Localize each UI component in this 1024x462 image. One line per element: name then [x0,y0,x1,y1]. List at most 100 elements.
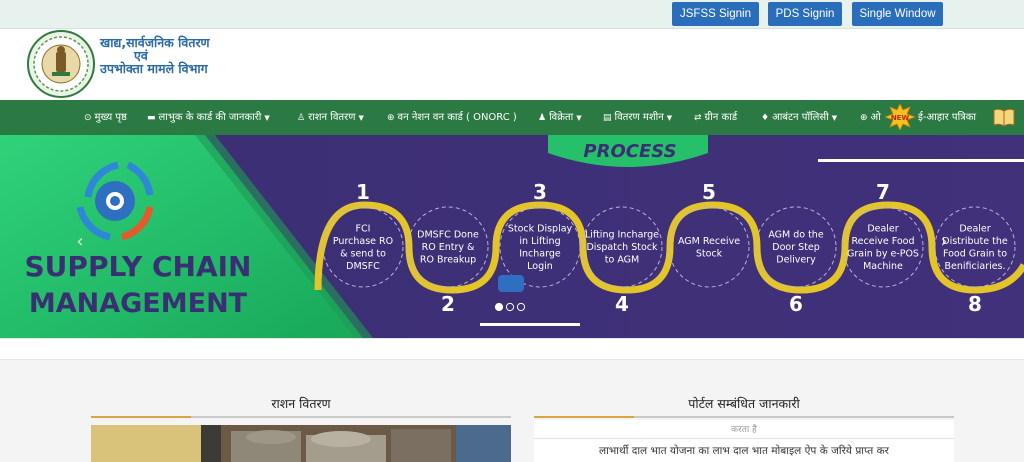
slide-title-line2: MANAGEMENT [29,288,248,319]
globe-icon: ⊕ [387,113,395,123]
process-step-text: Grain by e-POS [847,248,919,259]
nav-beneficiary-card[interactable]: ▬ लाभुक के कार्ड की जानकारी ▼ [147,100,270,135]
nav-home[interactable]: ⊙ मुख्य पृष्ठ [84,100,127,135]
nav-dealer[interactable]: ♟ विक्रेता ▼ [538,100,582,135]
nav-green-card[interactable]: ⇄ ग्रीन कार्ड [694,100,737,135]
department-name: खाद्य,सार्वजनिक वितरण एवं उपभोक्ता मामले… [100,36,260,75]
department-name-line3: उपभोक्ता मामले विभाग [100,61,208,76]
supply-chain-slide: PROCESS SUPPLY CHAIN MANAGEMENT 1 FCI Purc… [0,135,1024,338]
portal-info-separator [534,438,954,439]
nav-dealer-label: विक्रेता [549,112,574,123]
process-step-text: DMSFC [346,261,380,272]
globe-icon: ⊕ [860,113,868,123]
person-icon: ♟ [538,113,547,123]
caret-down-icon: ▼ [576,114,582,122]
process-step-text: Dispatch Stock [586,242,658,253]
site-header: खाद्य,सार्वजनिक वितरण एवं उपभोक्ता मामले… [0,29,1024,100]
nav-onorc[interactable]: ⊕ वन नेशन वन कार्ड ( ONORC ) [387,100,517,135]
new-badge-text: NEW [891,114,910,122]
process-title: PROCESS [583,141,676,162]
process-step-number: 3 [533,180,547,204]
caret-down-icon: ▼ [666,114,673,122]
caret-down-icon: ▼ [358,114,364,122]
jsfss-signin-button[interactable]: JSFSS Signin [672,2,759,26]
main-nav: ⊙ मुख्य पृष्ठ ▬ लाभुक के कार्ड की जानकारी ▼… [0,100,1024,135]
ration-warehouse-photo [91,425,511,462]
book-open-icon [993,108,1015,127]
process-step-text: Dealer [867,223,898,234]
nav-allocation-policy-label: आबंटन पॉलिसी [772,112,829,123]
nav-home-label: मुख्य पृष्ठ [94,112,127,123]
process-step-text: FCI [356,223,371,234]
nav-ration-distribution-label: राशन वितरण [308,112,356,123]
process-step-text: Purchase RO [333,236,393,247]
caret-down-icon: ▼ [264,114,270,122]
process-step-text: Lifting Incharge [585,230,659,241]
slider-dot[interactable] [494,302,504,312]
department-name-line1: खाद्य,सार्वजनिक वितरण [100,35,210,50]
process-step-number: 8 [968,292,982,316]
new-badge-icon: NEW [885,104,915,130]
process-step-number: 2 [441,292,455,316]
drop-icon: ♦ [761,113,770,123]
card-icon: ▬ [147,113,156,123]
process-step-text: Door Step [772,242,820,253]
book-icon: ▤ [603,113,612,123]
process-step-text: Dealer [959,223,990,234]
process-step-text: in Lifting [519,236,560,247]
slider-bottom-strip [0,338,1024,360]
nav-e-ahaar-patrika-label: ई-आहार पत्रिका [918,112,976,123]
process-step-text: Machine [863,261,903,272]
portal-info-divider [534,416,954,418]
slide-title-line1: SUPPLY CHAIN [25,250,252,283]
process-step-text: Incharge [519,248,561,259]
portal-info-title: पोर्टल सम्बंधित जानकारी [688,396,800,411]
process-step-text: DMSFC Done [417,230,479,241]
process-step-text: Receive Food [852,236,915,247]
process-step-text: Benificiaries. [944,261,1005,272]
home-icon: ⊙ [84,113,92,123]
caret-down-icon: ▼ [831,114,838,122]
shuffle-icon: ⇄ [694,113,702,123]
process-step-number: 6 [789,292,803,316]
ration-distribution-divider [91,416,511,418]
hero-slider: PROCESS SUPPLY CHAIN MANAGEMENT 1 FCI Purc… [0,135,1024,338]
nav-distribution-machine[interactable]: ▤ वितरण मशीन ▼ [603,100,672,135]
slide-decor-line [480,323,580,326]
process-step-text: Distribute the [942,236,1008,247]
slide-decor-line [818,159,1024,162]
nav-e-ahaar-patrika[interactable]: ई-आहार पत्रिका [918,100,976,135]
process-step-number: 1 [356,180,370,204]
process-step-text: Food Grain to [943,248,1007,259]
pds-signin-button[interactable]: PDS Signin [768,2,842,26]
process-step-text: RO Entry & [422,242,475,253]
process-step-text: Stock [696,248,723,259]
ration-distribution-title: राशन वितरण [271,396,331,411]
process-step-number: 5 [702,180,716,204]
chevron-left-icon[interactable]: ‹ [76,231,83,252]
nav-beneficiary-card-label: लाभुक के कार्ड की जानकारी [158,112,262,123]
nav-other[interactable]: ⊕ ओ [860,100,881,135]
state-emblem-icon[interactable] [26,30,96,98]
chevron-right-icon[interactable]: › [940,231,947,252]
process-step-text: RO Breakup [420,255,476,266]
portal-info-box: करता है लाभार्थी दाल भात योजना का लाभ दा… [534,420,954,462]
nav-other-label: ओ [870,112,881,123]
process-step-text: Stock Display [508,223,573,234]
nav-allocation-policy[interactable]: ♦ आबंटन पॉलिसी ▼ [761,100,837,135]
single-window-button[interactable]: Single Window [852,2,943,26]
slide-marker [498,275,524,292]
user-icon: ♙ [297,113,306,123]
portal-info-faded-text: करता है [731,425,757,435]
nav-ration-distribution[interactable]: ♙ राशन वितरण ▼ [297,100,364,135]
process-step-text: Delivery [776,255,816,266]
process-step-text: AGM Receive [678,236,740,247]
nav-onorc-label: वन नेशन वन कार्ड ( ONORC ) [397,112,517,123]
portal-info-item[interactable]: लाभार्थी दाल भात योजना का लाभ दाल भात मो… [534,444,954,458]
process-step-number: 7 [876,180,890,204]
nav-distribution-machine-label: वितरण मशीन [614,112,664,123]
process-step-text: AGM do the [768,230,824,241]
process-step-number: 4 [615,292,629,316]
process-step-text: & send to [340,248,386,259]
process-step-text: to AGM [605,255,639,266]
